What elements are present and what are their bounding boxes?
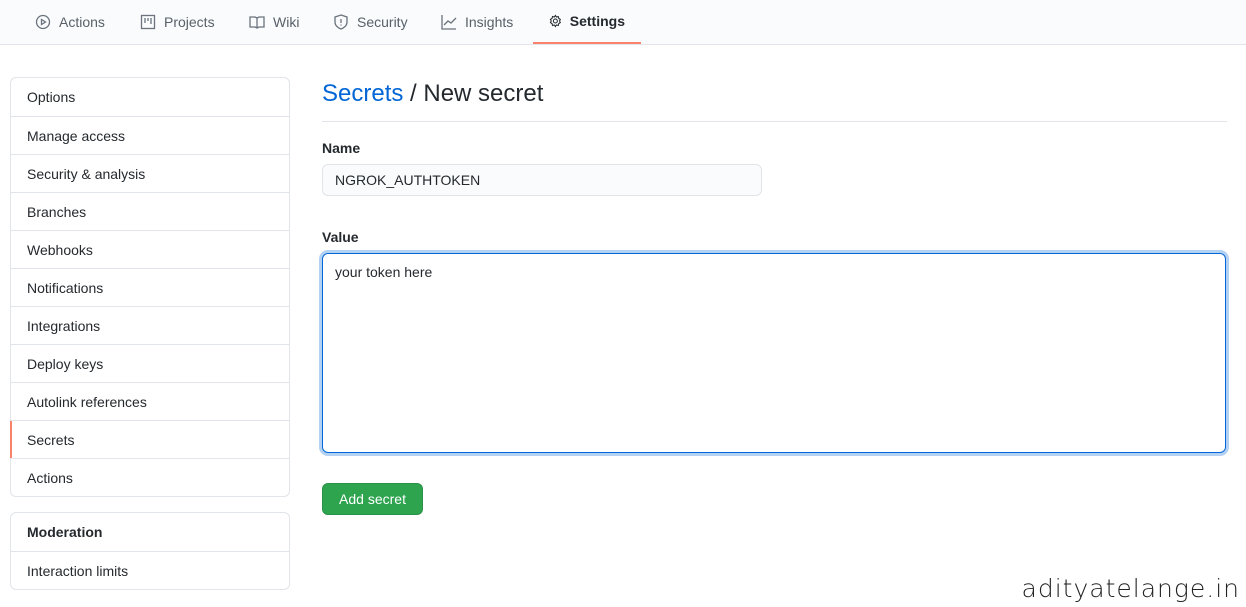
sidebar-item-actions[interactable]: Actions bbox=[11, 458, 289, 496]
tab-label: Settings bbox=[569, 13, 625, 29]
name-input[interactable]: NGROK_AUTHTOKEN bbox=[322, 164, 762, 196]
sidebar-item-options[interactable]: Options bbox=[11, 78, 289, 116]
value-textarea[interactable]: your token here bbox=[322, 253, 1226, 453]
tab-label: Security bbox=[357, 14, 408, 30]
shield-icon bbox=[334, 14, 348, 30]
sidebar-item-secrets[interactable]: Secrets bbox=[10, 420, 289, 458]
repo-nav-tabs: Actions Projects Wiki Security Insights … bbox=[0, 0, 1246, 45]
tab-insights[interactable]: Insights bbox=[441, 0, 513, 44]
tab-label: Wiki bbox=[273, 14, 300, 30]
value-label: Value bbox=[322, 229, 359, 245]
sidebar-item-manage-access[interactable]: Manage access bbox=[11, 116, 289, 154]
project-board-icon bbox=[140, 14, 156, 30]
breadcrumb-secrets-link[interactable]: Secrets bbox=[322, 80, 403, 107]
sidebar-item-security-analysis[interactable]: Security & analysis bbox=[11, 154, 289, 192]
sidebar-item-integrations[interactable]: Integrations bbox=[11, 306, 289, 344]
settings-sidebar: Options Manage access Security & analysi… bbox=[10, 77, 290, 497]
moderation-sidebar: Moderation Interaction limits bbox=[10, 512, 290, 590]
tab-security[interactable]: Security bbox=[333, 0, 408, 44]
tab-wiki[interactable]: Wiki bbox=[249, 0, 299, 44]
tab-label: Insights bbox=[465, 14, 514, 30]
page-title: Secrets / New secret bbox=[322, 80, 1227, 122]
gear-icon bbox=[549, 14, 562, 28]
watermark: adityatelange.in bbox=[1021, 574, 1240, 603]
tab-projects[interactable]: Projects bbox=[140, 0, 215, 44]
name-label: Name bbox=[322, 140, 361, 156]
sidebar-item-webhooks[interactable]: Webhooks bbox=[11, 230, 289, 268]
sidebar-item-branches[interactable]: Branches bbox=[11, 192, 289, 230]
sidebar-item-interaction-limits[interactable]: Interaction limits bbox=[11, 551, 289, 589]
sidebar-item-notifications[interactable]: Notifications bbox=[11, 268, 289, 306]
play-circle-icon bbox=[35, 14, 51, 30]
graph-icon bbox=[441, 15, 457, 30]
tab-label: Actions bbox=[59, 14, 105, 30]
page-title-text: / New secret bbox=[403, 80, 544, 107]
tab-actions[interactable]: Actions bbox=[35, 0, 105, 44]
add-secret-button[interactable]: Add secret bbox=[322, 483, 423, 515]
tab-label: Projects bbox=[164, 14, 215, 30]
tab-settings[interactable]: Settings bbox=[533, 0, 641, 44]
book-icon bbox=[249, 16, 265, 29]
moderation-heading: Moderation bbox=[27, 524, 103, 540]
sidebar-item-deploy-keys[interactable]: Deploy keys bbox=[11, 344, 289, 382]
sidebar-item-autolink-references[interactable]: Autolink references bbox=[11, 382, 289, 420]
